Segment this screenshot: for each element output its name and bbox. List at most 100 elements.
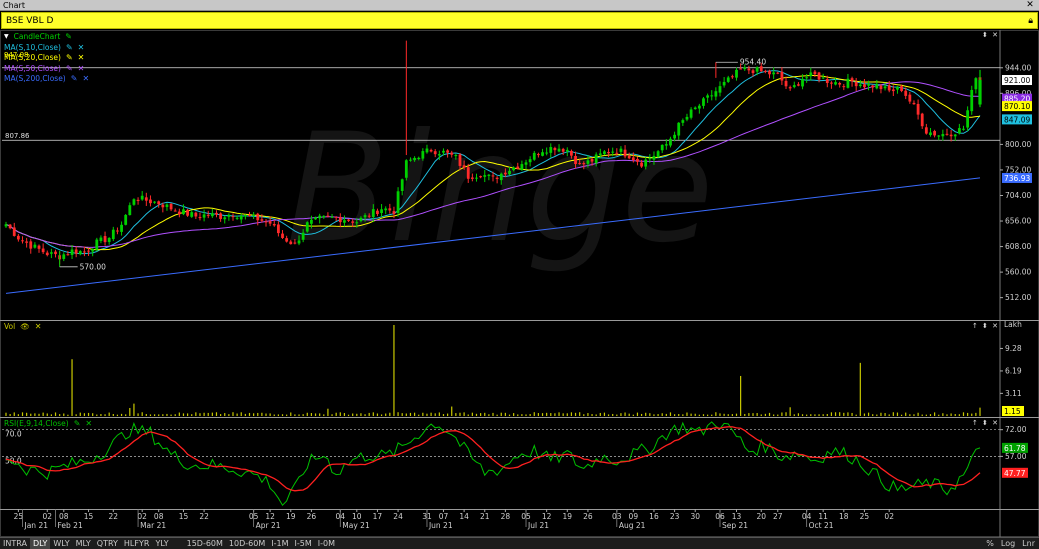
volume-bar	[855, 414, 857, 416]
candle-body	[619, 148, 623, 152]
x-tick-label: 18	[839, 512, 849, 521]
reference-line-label: 807.86	[5, 132, 30, 140]
volume-bar	[269, 413, 271, 416]
volume-bar	[178, 412, 180, 416]
linear-toggle[interactable]: Lnr	[1022, 538, 1035, 549]
eye-icon[interactable]: 👁︎	[20, 322, 30, 333]
candle-body	[759, 66, 763, 72]
candle-body	[962, 128, 965, 130]
volume-bar	[232, 412, 234, 416]
legend-row[interactable]: MA(S,50,Close) ✎ ✕	[4, 64, 89, 75]
volume-bar	[46, 413, 48, 416]
candle-body	[739, 68, 743, 70]
volume-bar	[405, 413, 407, 416]
price-panel-controls[interactable]: ⬍ ✕	[982, 31, 999, 39]
close-icon[interactable]: ✕	[78, 53, 85, 64]
tf-1m[interactable]: I-1M	[268, 538, 291, 549]
candle-body	[479, 176, 483, 178]
candle-body	[215, 212, 218, 215]
volume-bar	[393, 325, 395, 416]
candle-body	[392, 211, 396, 214]
y-tick-label: 800.00	[1005, 140, 1031, 149]
volume-bar	[54, 412, 57, 416]
close-icon[interactable]: ✕	[1024, 0, 1036, 11]
y-tick-label: 560.00	[1005, 268, 1031, 277]
candle-body	[281, 233, 284, 238]
tf-hlfyr[interactable]: HLFYR	[121, 538, 153, 549]
legend-row[interactable]: MA(S,20,Close) 947.08 ✎ ✕	[4, 51, 89, 64]
volume-bar	[158, 414, 160, 416]
candle-body	[821, 77, 825, 79]
low-annotation-label: 570.00	[80, 262, 106, 271]
candle-body	[689, 109, 693, 118]
candle-body	[640, 162, 643, 167]
pen-icon[interactable]: ✎	[66, 43, 73, 54]
legend-row[interactable]: ▼ CandleChart ✎	[4, 32, 89, 43]
candle-body	[475, 177, 478, 179]
tf-mly[interactable]: MLY	[73, 538, 94, 549]
x-tick-label: 16	[649, 512, 659, 521]
tf-0m[interactable]: I-0M	[315, 538, 338, 549]
volume-bar	[839, 412, 841, 416]
candle-body	[875, 84, 879, 89]
volume-bar	[401, 413, 403, 416]
volume-bar	[971, 413, 973, 416]
volume-bar	[929, 414, 932, 416]
window-titlebar: Chart ✕	[0, 0, 1039, 11]
close-icon[interactable]: ✕	[78, 64, 85, 75]
chart-area[interactable]: Binge807.86954.40570.00944.00896.00800.0…	[0, 30, 1039, 537]
tf-15d-60m[interactable]: 15D-60M	[184, 538, 226, 549]
log-toggle[interactable]: Log	[1001, 538, 1015, 549]
tf-yly[interactable]: YLY	[152, 538, 171, 549]
x-tick-label: 09	[629, 512, 639, 521]
candle-body	[652, 155, 656, 160]
x-tick-label: 07	[439, 512, 449, 521]
pen-icon[interactable]: ✎	[71, 74, 78, 85]
candle-body	[883, 86, 887, 89]
close-icon[interactable]: ✕	[78, 43, 85, 54]
volume-bar	[872, 414, 874, 416]
close-icon[interactable]: ✕	[85, 419, 92, 430]
candle-body	[380, 209, 383, 214]
legend-row[interactable]: MA(S,200,Close) ✎ ✕	[4, 74, 89, 85]
candle-body	[227, 214, 231, 217]
tf-qtry[interactable]: QTRY	[94, 538, 121, 549]
pen-icon[interactable]: ✎	[66, 53, 73, 64]
candle-body	[685, 116, 689, 120]
pen-icon[interactable]: ✎	[66, 64, 73, 75]
candle-body	[322, 215, 326, 218]
candle-body	[854, 81, 858, 87]
pen-icon[interactable]: ✎	[65, 32, 72, 43]
candle-body	[966, 110, 970, 128]
close-icon[interactable]: ✕	[35, 322, 42, 333]
close-icon[interactable]: ✕	[82, 74, 89, 85]
candle-body	[957, 128, 961, 134]
vol-panel-controls[interactable]: ↑ ⬍ ✕	[972, 322, 999, 330]
candle-body	[557, 148, 561, 152]
volume-bar	[781, 412, 783, 416]
tf-dly[interactable]: DLY	[29, 537, 51, 549]
tf-intra[interactable]: INTRA	[0, 538, 30, 549]
volume-bar	[962, 412, 965, 416]
candle-body	[743, 67, 747, 70]
candle-body	[549, 147, 553, 153]
volume-bar	[368, 412, 370, 416]
pen-icon[interactable]: ✎	[74, 419, 81, 430]
candle-body	[561, 148, 565, 152]
watermark-text: Binge	[286, 102, 713, 276]
candle-body	[677, 122, 681, 136]
candle-body	[41, 248, 45, 253]
candle-body	[450, 152, 454, 155]
rsi-panel-controls[interactable]: ↑ ⬍ ✕	[972, 419, 999, 427]
x-tick-label: 26	[307, 512, 317, 521]
percent-toggle[interactable]: %	[986, 538, 994, 549]
tf-10d-60m[interactable]: 10D-60M	[226, 538, 268, 549]
month-label: Feb 21	[58, 521, 83, 530]
volume-bar	[934, 412, 936, 416]
tf-5m[interactable]: I-5M	[291, 538, 314, 549]
tf-wly[interactable]: WLY	[50, 538, 72, 549]
candle-body	[842, 86, 846, 88]
candle-body	[644, 159, 648, 167]
lock-icon[interactable]: 🔒︎	[1028, 13, 1033, 30]
caret-down-icon[interactable]: ▼	[4, 32, 9, 43]
